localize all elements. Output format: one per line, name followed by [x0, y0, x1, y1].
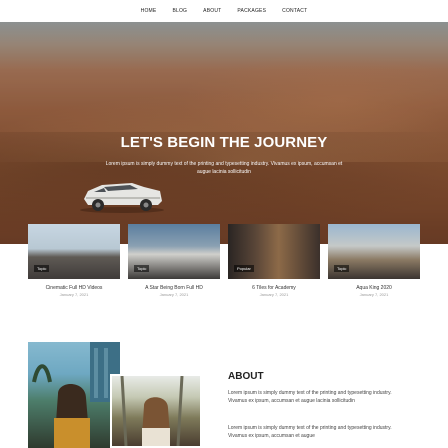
hero-title: LET'S BEGIN THE JOURNEY: [120, 134, 328, 151]
about-paragraph: Lorem ipsum is simply dummy text of the …: [228, 390, 392, 404]
video-card[interactable]: Popular 6 Tiles for Academy January 7, 2…: [228, 224, 320, 297]
suv-car-image: [80, 183, 164, 213]
video-card[interactable]: Topic Aqua King 2020 January 7, 2021: [328, 224, 420, 297]
old-town-thumbnail[interactable]: Topic: [328, 224, 420, 279]
card-date: January 7, 2021: [359, 292, 389, 297]
hero-subtitle: Lorem ipsum is simply dummy text of the …: [105, 161, 343, 175]
card-title[interactable]: 6 Tiles for Academy: [228, 285, 320, 291]
card-tag: Topic: [34, 265, 50, 272]
video-card[interactable]: Topic Cinematic Full HD Videos January 7…: [28, 224, 120, 297]
hero-banner: LET'S BEGIN THE JOURNEY Lorem ipsum is s…: [0, 22, 448, 244]
card-title[interactable]: Cinematic Full HD Videos: [28, 285, 120, 291]
about-paragraph: Lorem ipsum is simply dummy text of the …: [228, 425, 392, 439]
card-tag: Topic: [334, 265, 350, 272]
nav-item-packages[interactable]: PACKAGES: [229, 8, 274, 14]
nav-item-contact[interactable]: CONTACT: [274, 8, 315, 14]
about-title: ABOUT: [228, 371, 264, 382]
nav-item-blog[interactable]: BLOG: [164, 8, 195, 14]
card-title[interactable]: A Star Being Born Full HD: [128, 285, 220, 291]
street-market-thumbnail[interactable]: Popular: [228, 224, 320, 279]
woman-forest-icon: [120, 376, 184, 446]
video-cards: Topic Cinematic Full HD Videos January 7…: [28, 224, 420, 304]
card-date: January 7, 2021: [159, 292, 189, 297]
card-date: January 7, 2021: [59, 292, 89, 297]
card-tag: Popular: [234, 265, 254, 272]
card-title[interactable]: Aqua King 2020: [328, 285, 420, 291]
building-thumbnail[interactable]: Topic: [128, 224, 220, 279]
card-tag: Topic: [134, 265, 150, 272]
about-photo-woman-palms: [28, 342, 120, 448]
woman-photo-icon: [32, 342, 120, 448]
video-card[interactable]: Topic A Star Being Born Full HD January …: [128, 224, 220, 297]
about-photo-woman-forest: [110, 374, 202, 448]
city-skyline-thumbnail[interactable]: Topic: [28, 224, 120, 279]
nav-item-about[interactable]: ABOUT: [195, 8, 229, 14]
top-navigation: HOME BLOG ABOUT PACKAGES CONTACT: [0, 0, 448, 22]
nav-item-home[interactable]: HOME: [133, 8, 165, 14]
card-date: January 7, 2021: [259, 292, 289, 297]
